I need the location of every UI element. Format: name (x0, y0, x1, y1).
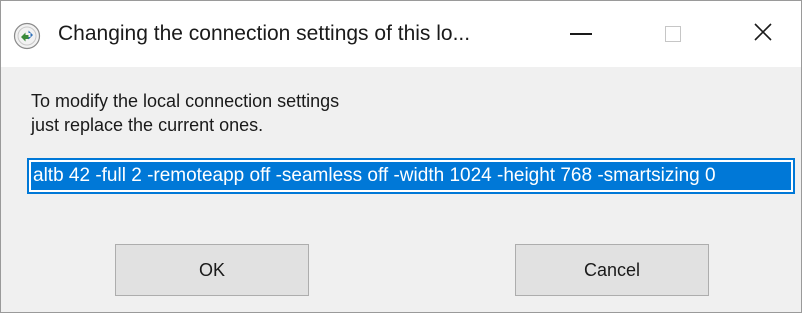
connection-settings-input[interactable] (31, 162, 791, 190)
settings-field-frame (27, 158, 795, 194)
title-bar[interactable]: Changing the connection settings of this… (1, 1, 801, 67)
maximize-button[interactable] (627, 1, 719, 67)
remote-connection-icon (13, 22, 41, 50)
dialog-window: Changing the connection settings of this… (0, 0, 802, 313)
close-icon (753, 22, 773, 47)
ok-button[interactable]: OK (115, 244, 309, 296)
instruction-line-1: To modify the local connection settings (31, 91, 340, 111)
window-title: Changing the connection settings of this… (58, 22, 471, 45)
instruction-line-2: just replace the current ones. (31, 115, 264, 135)
maximize-icon (665, 26, 681, 42)
close-button[interactable] (717, 1, 802, 67)
minimize-icon (570, 33, 592, 35)
cancel-button[interactable]: Cancel (515, 244, 709, 296)
instruction-text: To modify the local connection settings … (31, 89, 339, 137)
minimize-button[interactable] (535, 1, 627, 67)
